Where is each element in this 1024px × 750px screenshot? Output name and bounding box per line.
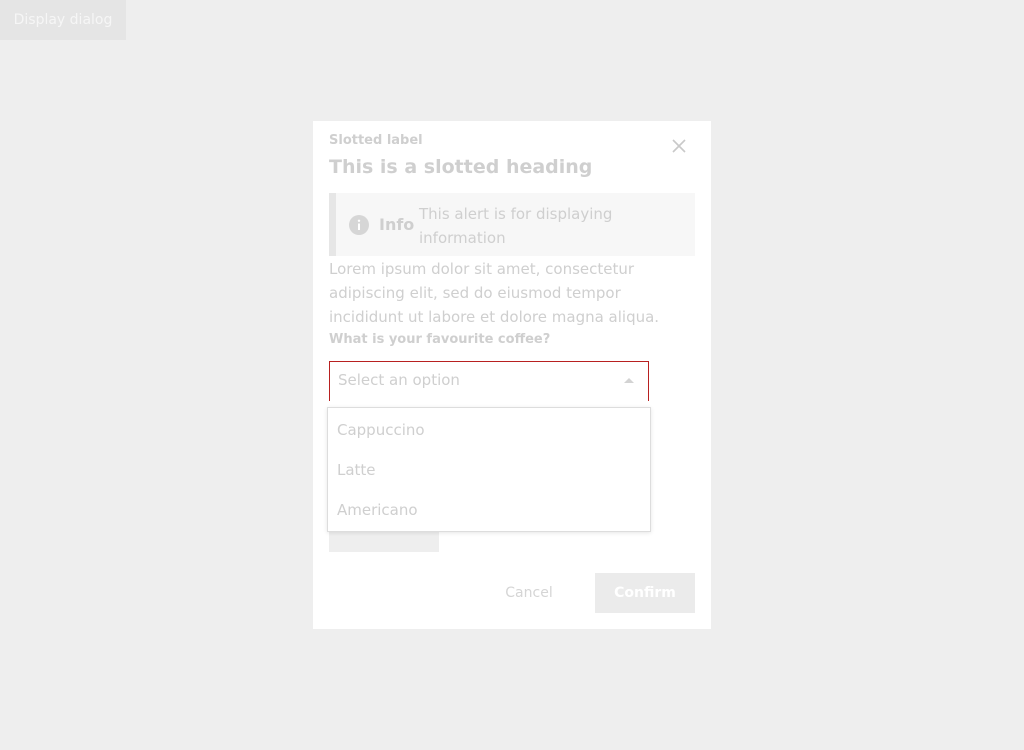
chevron-up-icon — [624, 378, 634, 383]
dialog-heading: This is a slotted heading — [329, 156, 593, 178]
info-alert: Info This alert is for displaying inform… — [329, 193, 695, 256]
cancel-button[interactable]: Cancel — [493, 573, 565, 613]
dialog-label: Slotted label — [329, 133, 423, 148]
coffee-select[interactable]: Select an option — [329, 361, 649, 401]
close-icon[interactable] — [670, 137, 688, 155]
alert-accent-bar — [329, 193, 336, 256]
option-cappuccino[interactable]: Cappuccino — [337, 410, 637, 450]
dialog-body-text: Lorem ipsum dolor sit amet, consectetur … — [329, 260, 660, 326]
alert-text: This alert is for displaying information — [419, 205, 613, 247]
select-placeholder: Select an option — [338, 371, 460, 389]
display-dialog-button[interactable]: Display dialog — [0, 0, 126, 40]
coffee-field-label: What is your favourite coffee? — [329, 332, 551, 347]
dialog: Slotted label This is a slotted heading … — [313, 121, 711, 629]
option-latte[interactable]: Latte — [337, 450, 637, 490]
coffee-options-list: Cappuccino Latte Americano — [327, 407, 651, 532]
hidden-button-placeholder — [329, 532, 439, 552]
option-americano[interactable]: Americano — [337, 490, 637, 530]
alert-title: Info — [379, 215, 415, 234]
info-icon — [349, 215, 369, 235]
confirm-button[interactable]: Confirm — [595, 573, 695, 613]
